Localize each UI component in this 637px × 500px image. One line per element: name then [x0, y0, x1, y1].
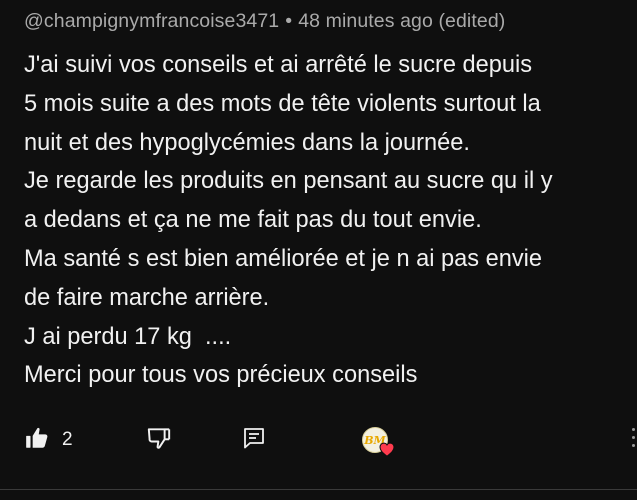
comment-header: @champignymfrancoise3471 • 48 minutes ago …: [24, 10, 505, 33]
comment-line: de faire marche arrière.: [24, 284, 270, 311]
comment-line: J ai perdu 17 kg ....: [24, 323, 232, 350]
like-count: 2: [62, 429, 73, 450]
comment-text: J'ai suivi vos conseils et ai arrêté le …: [24, 46, 624, 395]
comment-line: 5 mois suite a des mots de tête violents…: [24, 90, 541, 117]
kebab-dot: [632, 436, 635, 439]
heart-icon: [379, 442, 395, 460]
reply-comment-icon: [242, 426, 266, 455]
more-vertical-icon[interactable]: [627, 428, 637, 454]
kebab-dot: [632, 444, 635, 447]
comment-line: J'ai suivi vos conseils et ai arrêté le …: [24, 52, 533, 78]
creator-heart-badge: BM: [362, 420, 395, 460]
thumbs-down-icon: [146, 425, 172, 456]
dislike-button[interactable]: [146, 420, 172, 460]
thumbs-up-icon: [24, 425, 50, 456]
divider: [0, 489, 637, 490]
kebab-dot: [632, 428, 635, 431]
comment-line: Je regarde les produits en pensant au su…: [24, 168, 553, 195]
comment-line: a dedans et ça ne me fait pas du tout en…: [24, 207, 482, 234]
comment-timestamp[interactable]: 48 minutes ago (edited): [298, 10, 505, 32]
like-button[interactable]: 2: [24, 420, 73, 460]
reply-button[interactable]: [242, 420, 266, 460]
meta-separator: •: [285, 10, 293, 32]
comment-author[interactable]: @champignymfrancoise3471: [24, 10, 279, 32]
comment-action-bar: 2 BM: [24, 420, 624, 460]
comment-line: Ma santé s est bien améliorée et je n ai…: [24, 245, 543, 272]
comment-line: nuit et des hypoglycémies dans la journé…: [24, 129, 470, 156]
creator-avatar: BM: [362, 427, 395, 457]
comment-line: Merci pour tous vos précieux conseils: [24, 362, 418, 389]
